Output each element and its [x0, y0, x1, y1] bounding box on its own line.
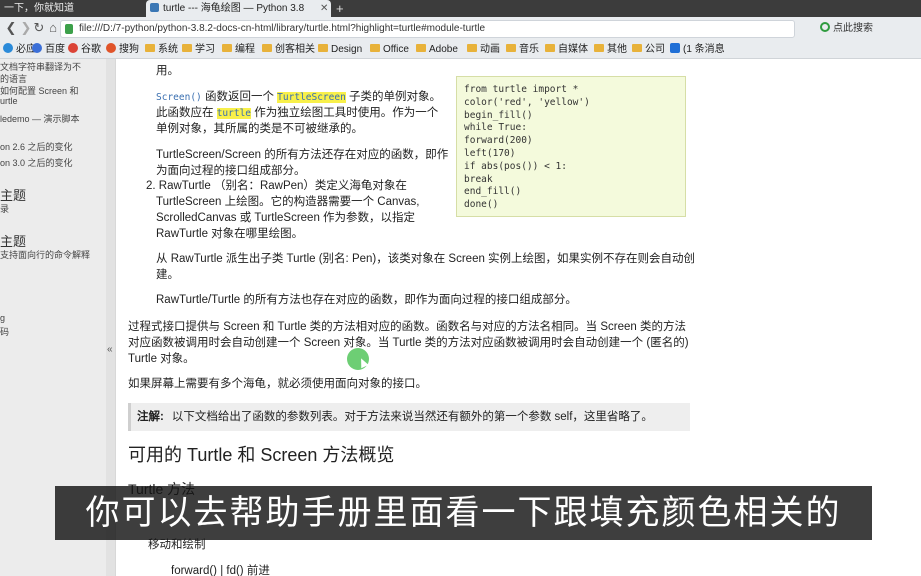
browser-chrome: 一下，你就知道 turtle --- 海龟绘图 — Python 3.8 ✕ +…: [0, 0, 921, 59]
list-item: RawTurtle 对象在哪里绘图。: [156, 228, 304, 240]
folder-icon: [545, 44, 555, 52]
folder-icon: [467, 44, 477, 52]
navigation-bar: ❮ ❯ ↻ ⌂ file:///D:/7-python/python-3.8.2…: [0, 17, 921, 41]
code-ref-screen[interactable]: Screen(): [156, 92, 202, 103]
code-line: done(): [464, 199, 499, 211]
back-icon[interactable]: ❮: [3, 20, 19, 36]
list-item: 2. RawTurtle （别名：RawPen）类定义海龟对象在: [146, 180, 407, 192]
paragraph: 过程式接口提供与 Screen 和 Turtle 类的方法相对应的函数。函数名与…: [128, 321, 687, 333]
section-heading: 可用的 Turtle 和 Screen 方法概览: [128, 445, 395, 465]
bookmark-baidu[interactable]: 百度: [32, 41, 65, 59]
note-box: 注解: 以下文档给出了函数的参数列表。对于方法来说当然还有额外的第一个参数 sel…: [128, 403, 690, 431]
mouse-cursor-icon: [347, 348, 369, 370]
code-example: from turtle import * color('red', 'yello…: [456, 76, 686, 217]
sidebar-link[interactable]: 支持面向行的命令解释: [0, 248, 90, 261]
paragraph: 从 RawTurtle 派生出子类 Turtle (别名: Pen)，该类对象在…: [156, 253, 696, 265]
new-tab-button[interactable]: +: [336, 0, 344, 17]
bookmark-folder-design[interactable]: Design: [318, 41, 362, 59]
paragraph: TurtleScreen/Screen 的所有方法还存在对应的函数，即作: [156, 149, 449, 161]
bookmark-folder-study[interactable]: 学习: [182, 41, 215, 59]
code-line: color('red', 'yellow'): [464, 96, 590, 108]
sidebar-link[interactable]: on 2.6 之后的变化: [0, 140, 73, 153]
bookmark-google[interactable]: 谷歌: [68, 41, 101, 59]
bookmarks-bar: 必应 百度 谷歌 搜狗 系统 学习 编程 创客相关 Design Office …: [0, 41, 921, 59]
paragraph: 单例对象，其所属的类是不可被继承的。: [156, 123, 363, 135]
bookmark-folder-adobe[interactable]: Adobe: [416, 41, 458, 59]
list-item: TurtleScreen 上绘图。它的构造器需要一个 Canvas,: [156, 196, 420, 208]
bookmark-folder-programming[interactable]: 编程: [222, 41, 255, 59]
paragraph: 为面向过程的接口组成部分。: [156, 165, 306, 177]
tab-strip: 一下，你就知道 turtle --- 海龟绘图 — Python 3.8 ✕ +: [0, 0, 921, 17]
paragraph: Turtle 对象。: [128, 353, 195, 365]
bookmark-folder-office[interactable]: Office: [370, 41, 409, 59]
video-subtitle: 你可以去帮助手册里面看一下跟填充颜色相关的: [55, 486, 872, 540]
code-line: forward(200): [464, 135, 533, 147]
code-line: from turtle import *: [464, 84, 579, 95]
sidebar-link[interactable]: g: [0, 313, 5, 323]
sidebar-link[interactable]: ledemo — 演示脚本: [0, 112, 80, 125]
close-tab-icon[interactable]: ✕: [320, 0, 328, 17]
google-icon: [68, 43, 78, 53]
bookmark-folder-maker[interactable]: 创客相关: [262, 41, 315, 59]
paragraph: 如果屏幕上需要有多个海龟，就必须使用面向对象的接口。: [128, 378, 427, 390]
paragraph: 建。: [156, 269, 179, 281]
code-line: break: [464, 173, 493, 185]
code-line: while True:: [464, 122, 527, 134]
sidebar-link[interactable]: 录: [0, 202, 9, 215]
bookmark-folder-company[interactable]: 公司: [632, 41, 665, 59]
address-bar[interactable]: file:///D:/7-python/python-3.8.2-docs-cn…: [60, 20, 795, 38]
folder-icon: [370, 44, 380, 52]
note-text: 以下文档给出了函数的参数列表。对于方法来说当然还有额外的第一个参数 self，这…: [171, 411, 653, 423]
bookmark-folder-media[interactable]: 自媒体: [545, 41, 588, 59]
code-line: end_fill(): [464, 186, 522, 198]
sidebar-link[interactable]: on 3.0 之后的变化: [0, 156, 73, 169]
code-line: if abs(pos()) < 1:: [464, 160, 567, 172]
folder-icon: [262, 44, 272, 52]
folder-icon: [416, 44, 426, 52]
python-doc-icon: [150, 3, 159, 12]
paragraph: 对应函数被调用时会自动创建一个 Screen 对象。当 Turtle 类的方法对…: [128, 337, 689, 349]
search-box[interactable]: 点此搜索: [820, 20, 920, 38]
code-line: left(170): [464, 148, 516, 159]
method-link[interactable]: forward() | fd() 前进: [171, 563, 270, 576]
folder-icon: [318, 44, 328, 52]
folder-icon: [222, 44, 232, 52]
folder-icon: [145, 44, 155, 52]
sogou-icon: [106, 43, 116, 53]
search-engine-icon: [820, 22, 830, 32]
sidebar-link[interactable]: urtle: [0, 96, 18, 106]
bing-icon: [3, 43, 13, 53]
note-label: 注解:: [137, 411, 164, 423]
tab-baidu[interactable]: 一下，你就知道: [0, 0, 140, 17]
bookmark-zhihu[interactable]: (1 条消息: [670, 41, 725, 59]
bookmark-folder-music[interactable]: 音乐: [506, 41, 539, 59]
list-item: ScrolledCanvas 或 TurtleScreen 作为参数，以指定: [156, 212, 416, 224]
home-icon[interactable]: ⌂: [45, 20, 61, 36]
folder-icon: [182, 44, 192, 52]
paragraph: RawTurtle/Turtle 的所有方法也存在对应的函数，即作为面向过程的接…: [156, 294, 577, 306]
zhihu-icon: [670, 43, 680, 53]
paragraph: 此函数应在 turtle 作为独立绘图工具时使用。作为一个: [156, 107, 439, 119]
paragraph: 用。: [156, 65, 179, 77]
page-info-icon[interactable]: [65, 24, 73, 34]
bookmark-folder-animation[interactable]: 动画: [467, 41, 500, 59]
collapse-sidebar-icon[interactable]: «: [107, 344, 113, 355]
code-line: begin_fill(): [464, 109, 533, 121]
sidebar-link[interactable]: 码: [0, 325, 9, 338]
bookmark-folder-other[interactable]: 其他: [594, 41, 627, 59]
bookmark-sogou[interactable]: 搜狗: [106, 41, 139, 59]
code-ref-turtle[interactable]: turtle: [216, 108, 252, 119]
code-ref-turtlescreen[interactable]: TurtleScreen: [277, 92, 346, 103]
baidu-icon: [32, 43, 42, 53]
folder-icon: [632, 44, 642, 52]
tab-turtle-docs[interactable]: turtle --- 海龟绘图 — Python 3.8: [146, 0, 331, 17]
bookmark-folder-system[interactable]: 系统: [145, 41, 178, 59]
paragraph: Screen() 函数返回一个 TurtleScreen 子类的单例对象。: [156, 91, 441, 103]
folder-icon: [506, 44, 516, 52]
folder-icon: [594, 44, 604, 52]
